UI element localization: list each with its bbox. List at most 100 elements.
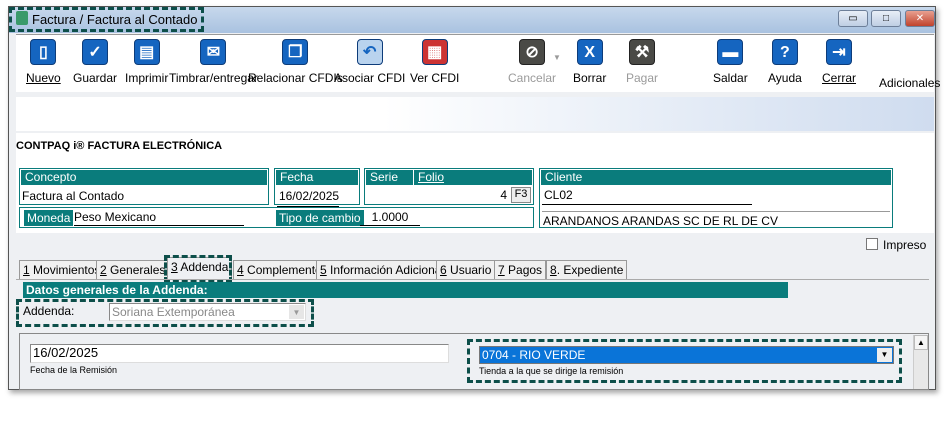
ayuda-button[interactable]: ? Ayuda bbox=[768, 39, 802, 85]
tab-key: 6 bbox=[440, 263, 447, 277]
addenda-highlight bbox=[16, 299, 314, 327]
serie-folio-box: Serie Folio 4 F3 bbox=[364, 168, 534, 205]
cancel-icon: ⊘ bbox=[519, 39, 546, 65]
app-icon bbox=[16, 11, 28, 25]
tab-label: Información Adicional bbox=[326, 263, 445, 277]
scroll-up-arrow-icon[interactable]: ▲ bbox=[914, 335, 928, 350]
tipo-cambio-field[interactable]: 1.0000 bbox=[360, 210, 420, 226]
close-button[interactable]: ✕ bbox=[905, 10, 935, 27]
concepto-value[interactable]: Factura al Contado bbox=[20, 186, 268, 206]
tab-expediente[interactable]: 8. Expediente bbox=[546, 260, 628, 279]
tab-key: 7 bbox=[498, 263, 505, 277]
view-cfdi-icon: ▦ bbox=[421, 39, 448, 65]
label: Timbrar/entregar bbox=[169, 71, 258, 85]
adicionales-menu[interactable]: Adicionales bbox=[879, 76, 940, 90]
scrollbar[interactable]: ▲ bbox=[913, 335, 928, 389]
moneda-field[interactable]: Peso Mexicano bbox=[74, 210, 244, 226]
fecha-box: Fecha 16/02/2025 bbox=[274, 168, 360, 207]
restore-button[interactable]: □ bbox=[871, 10, 901, 27]
fecha-remision-field[interactable]: 16/02/2025 bbox=[30, 344, 449, 363]
tab-informacion-adicional[interactable]: 5 Información Adicional bbox=[316, 260, 449, 279]
concepto-label: Concepto bbox=[21, 170, 267, 185]
label: Relacionar CFDIs bbox=[248, 71, 343, 85]
tienda-highlight bbox=[467, 339, 902, 383]
label: Cerrar bbox=[822, 71, 857, 85]
tab-key: 5 bbox=[320, 263, 327, 277]
tab-key: 4 bbox=[237, 263, 244, 277]
tab-label: Pagos bbox=[504, 263, 543, 277]
cancel-dropdown-arrow[interactable]: ▼ bbox=[553, 53, 561, 62]
impreso-label: Impreso bbox=[883, 238, 927, 252]
print-icon: ▤ bbox=[133, 39, 160, 65]
tab-key: 2 bbox=[100, 263, 107, 277]
impreso-checkbox[interactable] bbox=[866, 238, 878, 250]
nuevo-button[interactable]: ▯ Nuevo bbox=[26, 39, 61, 85]
label: Saldar bbox=[713, 71, 748, 85]
tab-divider bbox=[16, 279, 929, 280]
tab-label: Usuario bbox=[446, 263, 492, 277]
tab-generales[interactable]: 2 Generales bbox=[96, 260, 170, 279]
associate-cfdi-icon: ↶ bbox=[356, 39, 383, 65]
saldar-button[interactable]: ▬ Saldar bbox=[713, 39, 748, 85]
cliente-box: Cliente CL02 ARANDANOS ARANDAS SC DE RL … bbox=[539, 168, 893, 228]
label: Borrar bbox=[573, 71, 607, 85]
moneda-label: Moneda bbox=[24, 210, 74, 226]
tab-label: Movimientos bbox=[29, 263, 101, 277]
tab-usuario[interactable]: 6 Usuario bbox=[436, 260, 496, 279]
folio-field[interactable]: 4 bbox=[500, 188, 507, 202]
tipo-cambio-label: Tipo de cambio bbox=[276, 210, 364, 226]
imprimir-button[interactable]: ▤ Imprimir bbox=[125, 39, 168, 85]
addenda-section-title: Datos generales de la Addenda: bbox=[23, 282, 788, 298]
fecha-label: Fecha bbox=[276, 170, 358, 185]
banner bbox=[16, 97, 934, 131]
fecha-field[interactable]: 16/02/2025 bbox=[277, 186, 339, 207]
stamp-send-icon: ✉ bbox=[200, 39, 227, 65]
label: Pagar bbox=[626, 71, 659, 85]
cliente-nombre-field: ARANDANOS ARANDAS SC DE RL DE CV bbox=[542, 211, 890, 230]
label: Cancelar bbox=[508, 71, 557, 85]
fecha-remision-label: Fecha de la Remisión bbox=[30, 365, 118, 375]
cancelar-button[interactable]: ⊘ Cancelar bbox=[508, 39, 556, 85]
cliente-label: Cliente bbox=[541, 170, 891, 185]
exit-door-icon: ⇥ bbox=[826, 39, 852, 65]
asociar-cfdi-button[interactable]: ↶ Asociar CFDI bbox=[334, 39, 405, 85]
concepto-box: Concepto Factura al Contado bbox=[19, 168, 269, 205]
label: Ver CFDI bbox=[410, 71, 460, 85]
serie-label: Serie bbox=[370, 170, 414, 185]
tab-pagos[interactable]: 7 Pagos bbox=[494, 260, 547, 279]
label: Imprimir bbox=[125, 71, 169, 85]
pay-icon: ⚒ bbox=[629, 39, 656, 65]
company-title: CONTPAQ i® FACTURA ELECTRÓNICA bbox=[16, 140, 223, 152]
f3-button[interactable]: F3 bbox=[511, 187, 531, 203]
cliente-codigo-field[interactable]: CL02 bbox=[542, 186, 752, 205]
tab-key: 8 bbox=[550, 263, 557, 277]
pagar-button[interactable]: ⚒ Pagar bbox=[626, 39, 658, 85]
tab-complemento[interactable]: 4 Complemento bbox=[233, 260, 326, 279]
borrar-button[interactable]: X Borrar bbox=[573, 39, 606, 85]
tab-label: Complemento bbox=[243, 263, 322, 277]
guardar-button[interactable]: ✓ Guardar bbox=[73, 39, 117, 85]
tab-label: . Expediente bbox=[556, 263, 624, 277]
tab-key: 1 bbox=[23, 263, 30, 277]
ver-cfdi-button[interactable]: ▦ Ver CFDI bbox=[410, 39, 459, 85]
tab-movimientos[interactable]: 1 Movimientos bbox=[19, 260, 105, 279]
window-title: Factura / Factura al Contado bbox=[32, 12, 198, 27]
relacionar-cfdis-button[interactable]: ❐ Relacionar CFDIs bbox=[248, 39, 343, 85]
cerrar-button[interactable]: ⇥ Cerrar bbox=[822, 39, 856, 85]
help-icon: ? bbox=[771, 39, 798, 65]
relate-cfdi-icon: ❐ bbox=[282, 39, 309, 65]
label: Guardar bbox=[73, 71, 118, 85]
minimize-button[interactable]: ▭ bbox=[838, 10, 868, 27]
label: Asociar CFDI bbox=[334, 71, 406, 85]
tab-label: Generales bbox=[106, 263, 166, 277]
moneda-box: Moneda Peso Mexicano Tipo de cambio 1.00… bbox=[19, 207, 534, 228]
new-document-icon: ▯ bbox=[30, 39, 57, 65]
save-check-icon: ✓ bbox=[82, 39, 109, 65]
delete-icon: X bbox=[576, 39, 603, 65]
toolbar: ▯ Nuevo ✓ Guardar ▤ Imprimir ✉ Timbrar/entre… bbox=[16, 34, 940, 92]
label: Nuevo bbox=[26, 71, 61, 85]
settle-icon: ▬ bbox=[717, 39, 744, 65]
folio-label: Folio bbox=[418, 170, 445, 184]
label: Ayuda bbox=[768, 71, 802, 85]
timbrar-button[interactable]: ✉ Timbrar/entregar bbox=[169, 39, 258, 85]
